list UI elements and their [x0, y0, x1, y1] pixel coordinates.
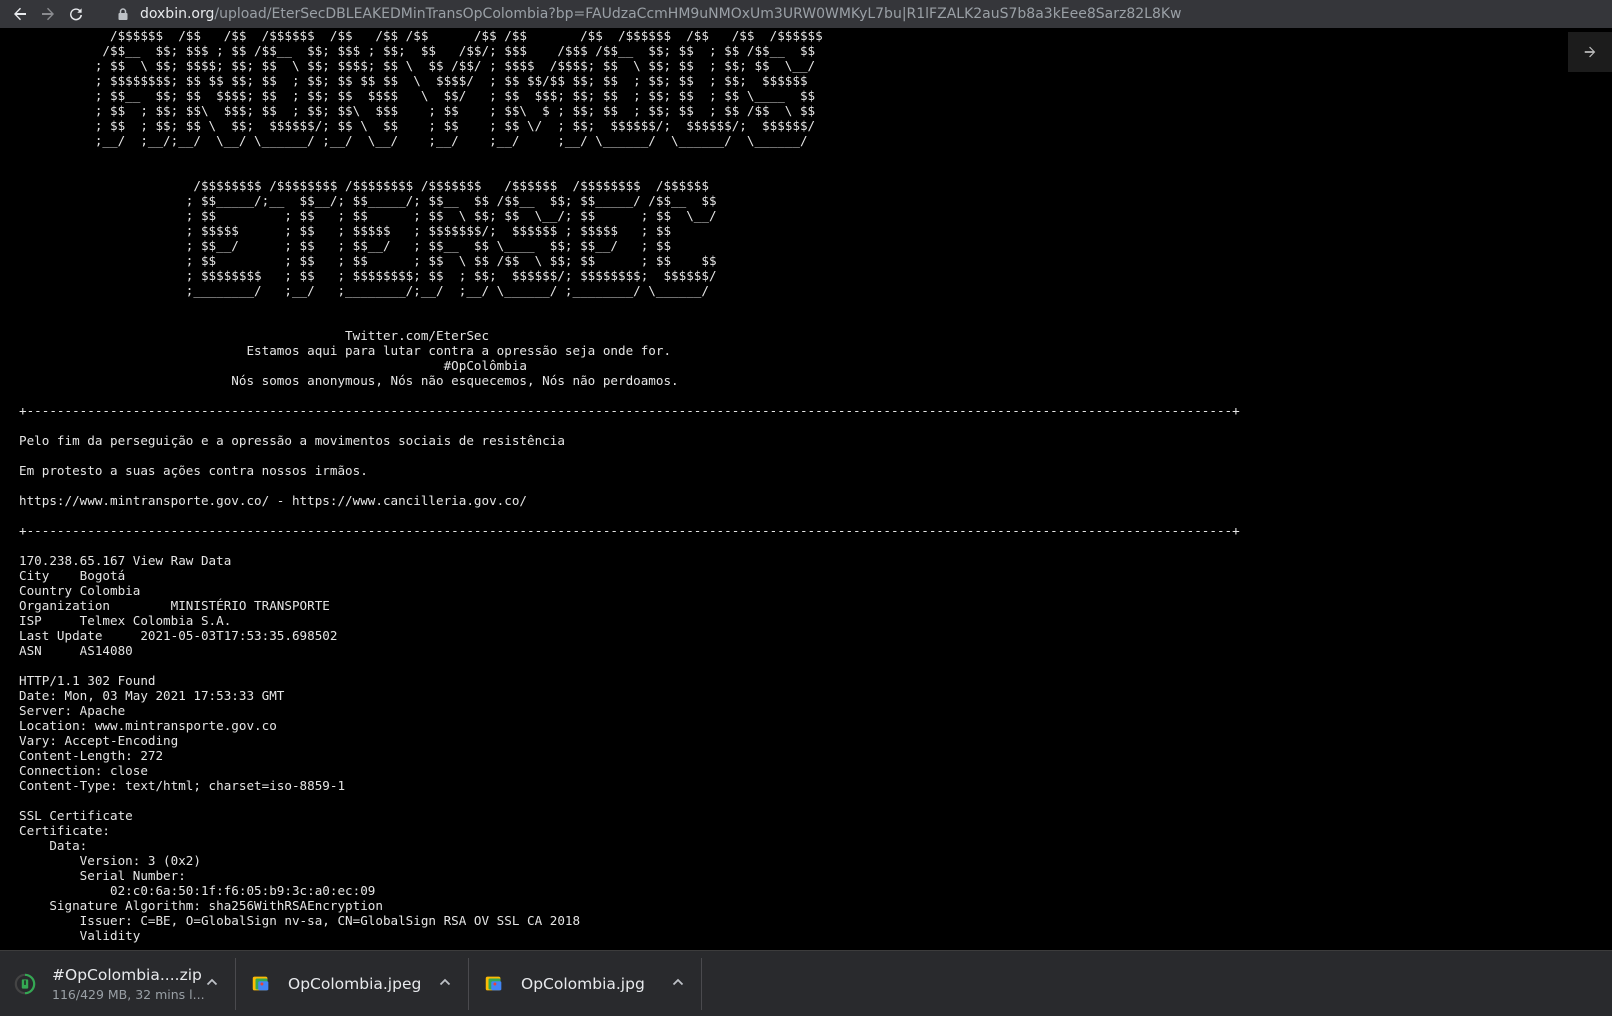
back-button[interactable] — [6, 0, 34, 28]
arrow-right-icon — [42, 7, 54, 21]
download-text: OpColombia.jpg — [521, 975, 645, 993]
url-text[interactable]: doxbin.org/upload/EterSecDBLEAKEDMinTran… — [140, 6, 1182, 22]
paste-text: /$$$$$$ /$$ /$$ /$$$$$$ /$$ /$$ /$$ /$$ … — [19, 28, 1240, 943]
navigation-buttons — [6, 0, 90, 28]
download-text: OpColombia.jpeg — [288, 975, 421, 993]
image-file-icon — [252, 976, 269, 990]
download-item-zip[interactable]: #OpColombia....zip 116/429 MB, 32 mins l… — [0, 957, 236, 1010]
download-bar: #OpColombia....zip 116/429 MB, 32 mins l… — [0, 950, 1612, 1016]
download-text: #OpColombia....zip 116/429 MB, 32 mins l… — [52, 966, 205, 1002]
browser-toolbar: doxbin.org/upload/EterSecDBLEAKEDMinTran… — [0, 0, 1612, 28]
download-item-jpg[interactable]: OpColombia.jpg — [469, 957, 702, 1010]
arrow-left-icon — [14, 7, 26, 21]
download-item-jpeg[interactable]: OpColombia.jpeg — [236, 957, 469, 1010]
reload-icon — [70, 8, 82, 21]
image-file-icon — [485, 976, 502, 990]
page-content: /$$$$$$ /$$ /$$ /$$$$$$ /$$ /$$ /$$ /$$ … — [0, 28, 1612, 950]
side-arrow-button[interactable] — [1568, 32, 1612, 72]
address-bar[interactable]: doxbin.org/upload/EterSecDBLEAKEDMinTran… — [108, 0, 1604, 28]
download-filename: OpColombia.jpeg — [288, 974, 422, 993]
lock-icon[interactable] — [116, 7, 130, 21]
chevron-up-icon[interactable] — [671, 975, 685, 989]
url-host: doxbin.org — [140, 6, 215, 22]
forward-button[interactable] — [34, 0, 62, 28]
arrow-right-icon — [1584, 46, 1596, 58]
chevron-up-icon[interactable] — [205, 975, 219, 989]
reload-button[interactable] — [62, 0, 90, 28]
archive-download-progress-icon — [14, 973, 36, 994]
download-filename: #OpColombia....zip — [52, 965, 202, 984]
download-status: 116/429 MB, 32 mins l... — [52, 986, 205, 1002]
chevron-up-icon[interactable] — [438, 975, 452, 989]
url-path: /upload/EterSecDBLEAKEDMinTransOpColombi… — [214, 6, 1182, 22]
download-filename: OpColombia.jpg — [521, 974, 645, 993]
